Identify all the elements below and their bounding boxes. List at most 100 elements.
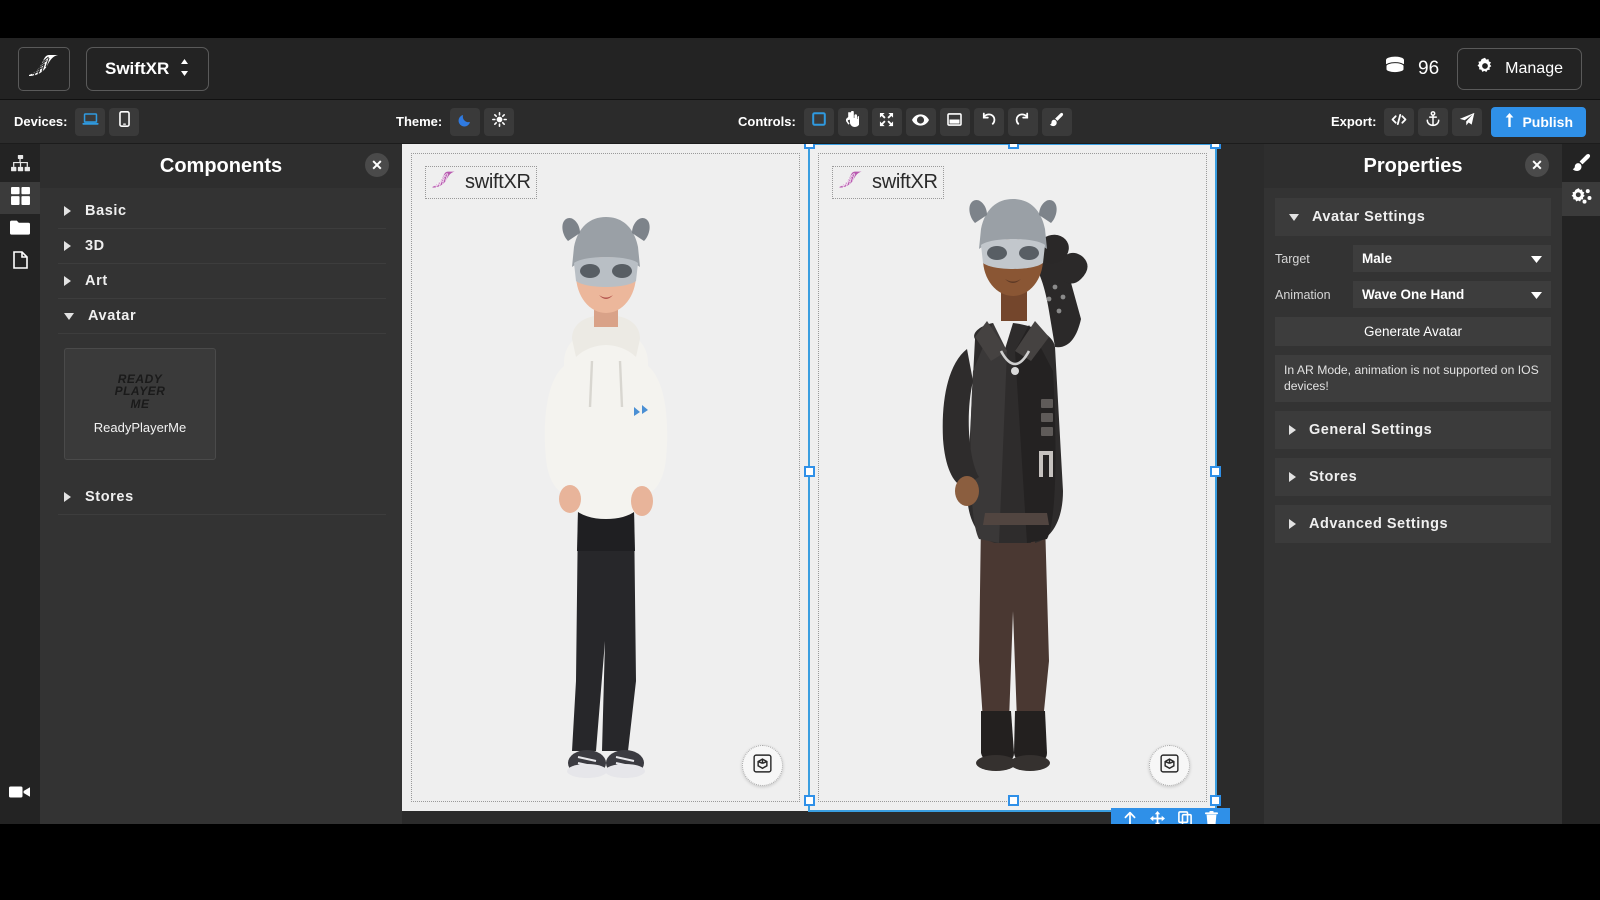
component-card-readyplayerme[interactable]: READY PLAYER ME ReadyPlayerMe xyxy=(64,348,216,460)
light-theme-button[interactable] xyxy=(484,107,515,136)
moon-icon xyxy=(458,112,473,132)
selection-handle-top-left[interactable] xyxy=(804,144,815,149)
redo-button[interactable] xyxy=(1007,107,1038,136)
chevron-right-icon xyxy=(64,492,71,502)
close-properties-panel-button[interactable]: ✕ xyxy=(1525,153,1549,177)
components-rail-item[interactable] xyxy=(0,182,40,214)
export-send-button[interactable] xyxy=(1452,107,1483,136)
swiftxr-logo-button[interactable] xyxy=(18,46,70,91)
publish-button[interactable]: Publish xyxy=(1491,106,1586,137)
chevron-right-icon xyxy=(64,206,71,216)
sun-icon xyxy=(491,111,507,132)
frame-right[interactable]: swiftXR xyxy=(808,144,1217,812)
mobile-device-button[interactable] xyxy=(109,107,140,136)
code-brackets-icon xyxy=(1391,113,1407,131)
dark-theme-button[interactable] xyxy=(450,107,481,136)
record-rail-item[interactable] xyxy=(0,778,40,810)
section-advanced-settings[interactable]: Advanced Settings xyxy=(1275,504,1551,543)
project-selector[interactable]: SwiftXR xyxy=(86,46,210,91)
properties-panel-title: Properties xyxy=(1363,154,1463,177)
sitemap-rail-item[interactable] xyxy=(0,150,40,182)
components-section-label: Basic xyxy=(85,203,127,219)
sitemap-icon xyxy=(10,155,30,177)
preview-tool-button[interactable] xyxy=(905,107,936,136)
view-in-3d-button-left[interactable] xyxy=(742,745,783,786)
female-hoodie-avatar xyxy=(544,217,667,778)
general-settings-label: General Settings xyxy=(1309,421,1433,438)
coins-count: 96 xyxy=(1418,57,1440,79)
settings-rail-item[interactable] xyxy=(1562,182,1600,216)
selection-handle-middle-right[interactable] xyxy=(1210,466,1221,477)
view-in-3d-button-right[interactable] xyxy=(1149,745,1190,786)
design-stage: swiftXR swiftXR xyxy=(402,144,1230,824)
grid-squares-icon xyxy=(10,186,30,210)
main-toolbar: Devices: Theme: Controls: Export: Publis… xyxy=(0,100,1600,144)
target-select[interactable]: Male xyxy=(1353,245,1551,272)
assets-rail-item[interactable] xyxy=(0,214,40,246)
selection-handle-bottom-right[interactable] xyxy=(1210,795,1221,806)
manage-button[interactable]: Manage xyxy=(1457,47,1582,90)
frames-container: swiftXR swiftXR xyxy=(402,144,1217,812)
canvas-area[interactable]: swiftXR swiftXR xyxy=(402,144,1264,824)
section-general-settings[interactable]: General Settings xyxy=(1275,410,1551,449)
selection-handle-top-right[interactable] xyxy=(1210,144,1221,149)
close-components-panel-button[interactable]: ✕ xyxy=(365,153,389,177)
animation-select[interactable]: Wave One Hand xyxy=(1353,281,1551,308)
chevron-right-icon xyxy=(1289,518,1296,529)
trash-icon[interactable] xyxy=(1205,811,1218,824)
resize-tool-button[interactable] xyxy=(871,107,902,136)
selection-handle-top-center[interactable] xyxy=(1008,144,1019,149)
target-field-row: Target Male xyxy=(1275,245,1551,272)
arrow-up-icon[interactable] xyxy=(1123,811,1137,824)
components-section-label: 3D xyxy=(85,238,105,254)
components-panel-body: Basic 3D Art Avatar READY PLAYER ME Read… xyxy=(40,188,402,824)
components-section-stores[interactable]: Stores xyxy=(58,480,386,515)
selection-handle-bottom-left[interactable] xyxy=(804,795,815,806)
selection-handle-bottom-center[interactable] xyxy=(1008,795,1019,806)
selection-action-toolbar xyxy=(1111,808,1230,824)
export-code-button[interactable] xyxy=(1384,107,1415,136)
components-panel: Components ✕ Basic 3D Art Avatar READY P… xyxy=(40,144,402,824)
watermark-text: swiftXR xyxy=(465,171,531,193)
generate-avatar-button[interactable]: Generate Avatar xyxy=(1275,317,1551,346)
window-frame-icon xyxy=(947,112,963,131)
pages-rail-item[interactable] xyxy=(0,246,40,278)
components-section-avatar[interactable]: Avatar xyxy=(58,299,386,334)
undo-button[interactable] xyxy=(973,107,1004,136)
advanced-settings-label: Advanced Settings xyxy=(1309,515,1449,532)
frame-tool-button[interactable] xyxy=(939,107,970,136)
frame-left[interactable]: swiftXR xyxy=(402,144,809,811)
selection-handle-middle-left[interactable] xyxy=(804,466,815,477)
paper-plane-icon xyxy=(1459,112,1475,131)
coins-stack-icon xyxy=(1382,55,1408,83)
section-avatar-settings[interactable]: Avatar Settings xyxy=(1275,198,1551,236)
close-x-icon: ✕ xyxy=(371,156,383,173)
project-name: SwiftXR xyxy=(105,58,170,78)
desktop-device-button[interactable] xyxy=(75,107,106,136)
copy-icon[interactable] xyxy=(1178,811,1192,824)
hand-pointer-icon xyxy=(846,110,861,132)
gear-icon xyxy=(1476,57,1494,80)
components-section-basic[interactable]: Basic xyxy=(58,194,386,229)
components-section-art[interactable]: Art xyxy=(58,264,386,299)
arrows-move-icon[interactable] xyxy=(1150,811,1165,824)
left-icon-rail xyxy=(0,144,40,824)
phone-icon xyxy=(119,110,130,132)
properties-panel-header: Properties ✕ xyxy=(1264,144,1562,188)
paint-tool-button[interactable] xyxy=(1041,107,1072,136)
avatar-component-grid: READY PLAYER ME ReadyPlayerMe xyxy=(40,334,402,466)
components-section-3d[interactable]: 3D xyxy=(58,229,386,264)
readyplayerme-logo: READY PLAYER ME xyxy=(115,373,166,411)
video-camera-icon xyxy=(9,785,31,804)
components-section-label: Art xyxy=(85,273,108,289)
style-rail-item[interactable] xyxy=(1562,148,1600,182)
export-anchor-button[interactable] xyxy=(1418,107,1449,136)
export-label: Export: xyxy=(1330,114,1377,129)
select-tool-button[interactable] xyxy=(803,107,834,136)
coins-balance[interactable]: 96 xyxy=(1382,55,1439,83)
hand-tool-button[interactable] xyxy=(837,107,868,136)
section-stores[interactable]: Stores xyxy=(1275,457,1551,496)
right-icon-rail xyxy=(1562,144,1600,824)
chevron-down-icon xyxy=(1289,213,1299,221)
upload-arrow-icon xyxy=(1504,113,1515,130)
